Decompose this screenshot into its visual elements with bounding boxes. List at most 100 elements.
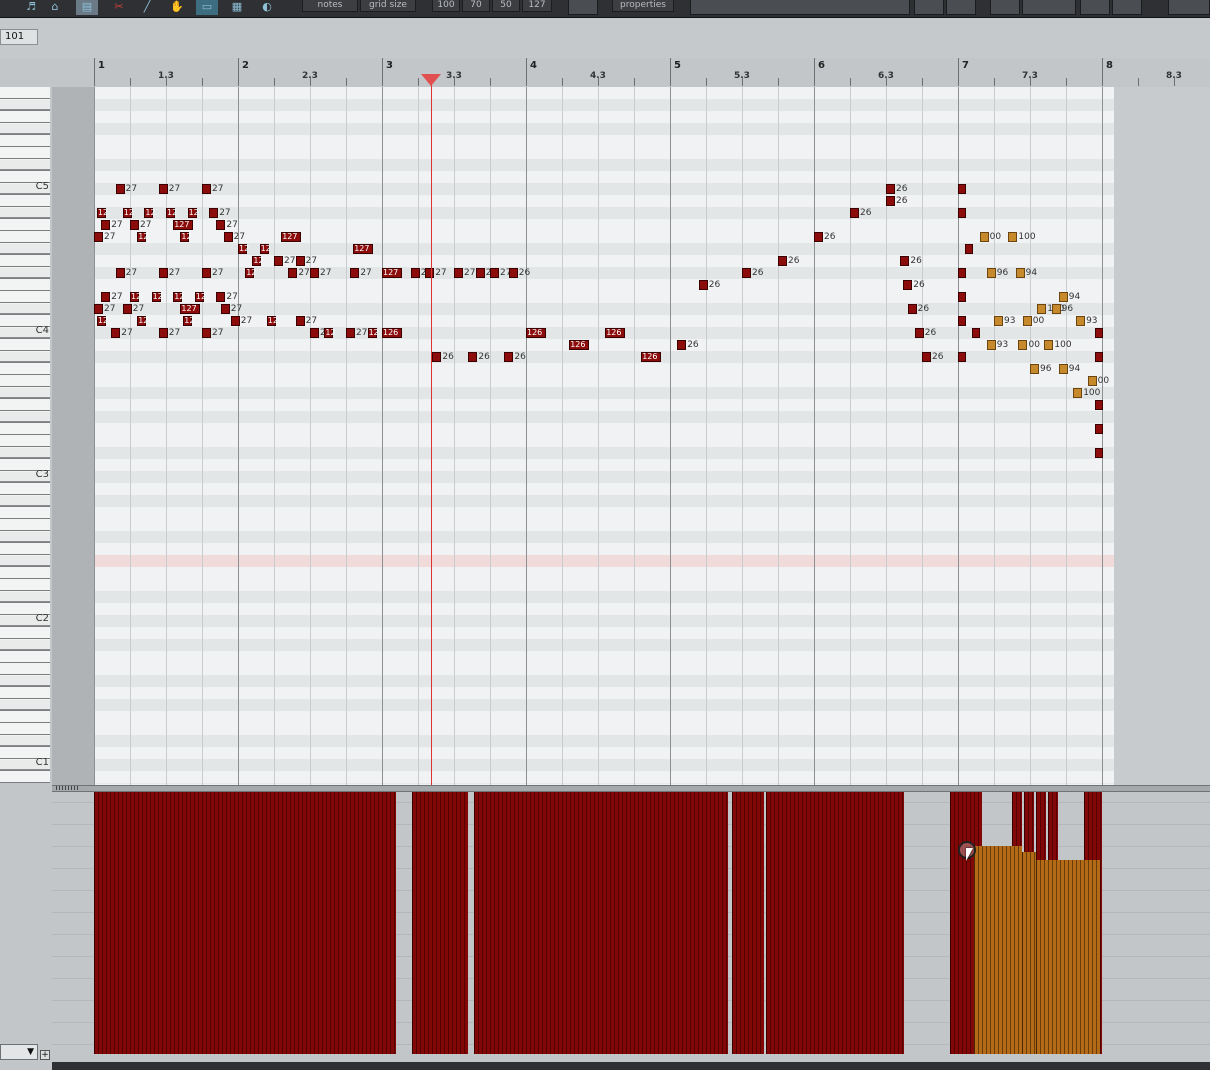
- toolbar-button[interactable]: [990, 0, 1020, 15]
- midi-note[interactable]: 126: [641, 352, 662, 362]
- midi-note[interactable]: 127: [180, 304, 201, 314]
- midi-note[interactable]: [958, 292, 966, 302]
- midi-note-selected[interactable]: [1037, 304, 1047, 314]
- midi-note[interactable]: [778, 256, 787, 266]
- midi-note[interactable]: [454, 268, 463, 278]
- piano-keyboard[interactable]: C5 C4 C3 C2 C1: [0, 87, 52, 787]
- midi-note[interactable]: [958, 352, 966, 362]
- midi-note[interactable]: 12: [137, 316, 148, 326]
- snap-grid-icon[interactable]: ▦: [226, 0, 248, 15]
- midi-note[interactable]: 12: [122, 208, 134, 218]
- midi-note[interactable]: [508, 268, 518, 278]
- midi-note[interactable]: [425, 268, 435, 278]
- toolbar-button[interactable]: [946, 0, 976, 15]
- midi-note[interactable]: [490, 268, 499, 278]
- midi-note[interactable]: [914, 328, 924, 338]
- midi-note[interactable]: 126: [605, 328, 626, 338]
- midi-note[interactable]: [158, 268, 168, 278]
- record-icon[interactable]: ◐: [256, 0, 278, 15]
- midi-note[interactable]: [202, 184, 211, 194]
- toolbar-button[interactable]: [1080, 0, 1110, 15]
- piano-key-black[interactable]: [0, 532, 50, 542]
- midi-note-selected[interactable]: [1076, 316, 1086, 326]
- midi-note[interactable]: [504, 352, 514, 362]
- midi-note-selected[interactable]: [994, 316, 1003, 326]
- piano-key[interactable]: [0, 87, 50, 99]
- midi-note[interactable]: 12: [137, 232, 148, 242]
- midi-note[interactable]: [1094, 328, 1103, 338]
- midi-note[interactable]: 12: [183, 316, 194, 326]
- midi-note[interactable]: [958, 268, 966, 278]
- midi-note[interactable]: [346, 328, 355, 338]
- line-tool-icon[interactable]: ╱: [136, 0, 158, 15]
- piano-key-black[interactable]: [0, 124, 50, 134]
- midi-note[interactable]: 12: [266, 316, 278, 326]
- piano-key[interactable]: [0, 399, 50, 411]
- piano-key[interactable]: [0, 507, 50, 519]
- midi-note[interactable]: [742, 268, 751, 278]
- midi-note[interactable]: 12: [252, 256, 264, 266]
- piano-key[interactable]: [0, 567, 50, 579]
- toolbar-slider[interactable]: [690, 0, 910, 15]
- midi-note[interactable]: [350, 268, 360, 278]
- midi-note[interactable]: [903, 280, 913, 290]
- piano-key-black[interactable]: [0, 100, 50, 110]
- midi-note[interactable]: [958, 208, 966, 218]
- piano-key-black[interactable]: [0, 556, 50, 566]
- piano-key[interactable]: [0, 195, 50, 207]
- midi-note[interactable]: [216, 292, 226, 302]
- piano-key[interactable]: [0, 219, 50, 231]
- piano-key-black[interactable]: [0, 352, 50, 362]
- midi-note[interactable]: [475, 268, 485, 278]
- piano-key[interactable]: [0, 255, 50, 267]
- velocity-lane[interactable]: [52, 792, 1210, 1062]
- piano-key-black[interactable]: [0, 244, 50, 254]
- erase-icon[interactable]: ✂: [108, 0, 130, 15]
- midi-note[interactable]: [216, 220, 226, 230]
- midi-note[interactable]: [310, 328, 319, 338]
- midi-note[interactable]: [220, 304, 230, 314]
- velocity-bar[interactable]: [1022, 852, 1036, 1054]
- midi-note-selected[interactable]: [1058, 364, 1068, 374]
- midi-note[interactable]: 12: [166, 208, 177, 218]
- velocity-bar[interactable]: [974, 846, 1022, 1054]
- midi-note[interactable]: [432, 352, 442, 362]
- midi-note[interactable]: 12: [96, 316, 108, 326]
- toolbar-button[interactable]: [1168, 0, 1210, 15]
- midi-note[interactable]: [310, 268, 319, 278]
- piano-key-black[interactable]: [0, 388, 50, 398]
- piano-key[interactable]: [0, 363, 50, 375]
- midi-note[interactable]: [1094, 352, 1103, 362]
- piano-key[interactable]: [0, 339, 50, 351]
- select-icon[interactable]: ▭: [196, 0, 218, 15]
- value-box[interactable]: 101: [0, 29, 38, 45]
- grid-size-label[interactable]: grid size: [360, 0, 416, 12]
- velocity-bar[interactable]: [766, 792, 904, 1054]
- midi-note[interactable]: 12: [187, 208, 199, 218]
- midi-note[interactable]: [101, 292, 111, 302]
- piano-key-black[interactable]: [0, 160, 50, 170]
- piano-key-black[interactable]: [0, 736, 50, 746]
- toolbar-button[interactable]: [568, 0, 598, 15]
- midi-note[interactable]: [410, 268, 420, 278]
- midi-note[interactable]: 127: [353, 244, 374, 254]
- lane-splitter[interactable]: [52, 785, 1210, 792]
- piano-key[interactable]: [0, 519, 50, 531]
- velocity-bar[interactable]: [474, 792, 728, 1054]
- piano-key-black[interactable]: [0, 268, 50, 278]
- midi-note[interactable]: 12: [96, 208, 108, 218]
- midi-note[interactable]: [965, 244, 974, 254]
- midi-note-selected[interactable]: [1030, 364, 1039, 374]
- midi-note-selected[interactable]: [1015, 268, 1025, 278]
- piano-key-black[interactable]: [0, 496, 50, 506]
- piano-key[interactable]: [0, 663, 50, 675]
- piano-key[interactable]: [0, 723, 50, 735]
- properties-label[interactable]: properties: [612, 0, 674, 12]
- midi-note[interactable]: [814, 232, 823, 242]
- midi-note[interactable]: [115, 268, 125, 278]
- midi-note[interactable]: [900, 256, 910, 266]
- midi-note[interactable]: 126: [382, 328, 402, 338]
- midi-note-selected[interactable]: [986, 268, 996, 278]
- piano-key[interactable]: [0, 435, 50, 447]
- midi-note[interactable]: [907, 304, 917, 314]
